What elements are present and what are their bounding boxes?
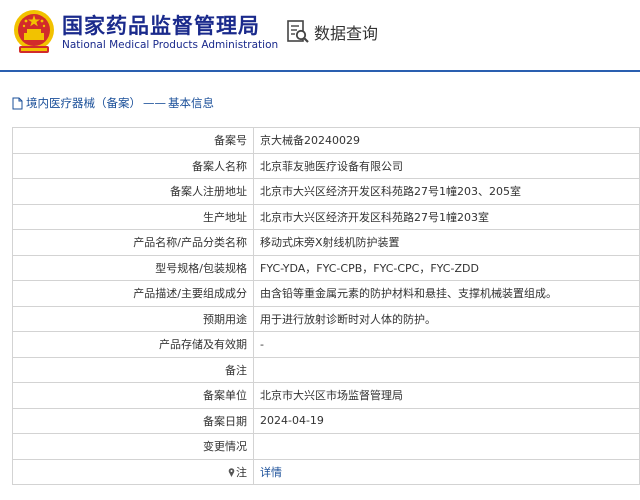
breadcrumb-separator: —— [143, 96, 166, 110]
national-emblem-icon [14, 10, 54, 53]
field-value [253, 356, 640, 383]
table-row: 备案号 京大械备20240029 [12, 127, 640, 154]
details-link[interactable]: 详情 [260, 466, 282, 479]
field-label: 预期用途 [12, 305, 254, 332]
breadcrumb-page: 基本信息 [168, 96, 214, 110]
table-row: 产品存储及有效期 - [12, 331, 640, 358]
org-name-en[interactable]: National Medical Products Administration [62, 39, 278, 51]
field-label: 备注 [12, 356, 254, 383]
record-detail-table: 备案号 京大械备20240029 备案人名称 北京菲友驰医疗设备有限公司 备案人注册地址… [12, 127, 640, 485]
table-row-note: 注 详情 [12, 458, 640, 485]
table-row: 生产地址 北京市大兴区经济开发区科苑路27号1幢203室 [12, 203, 640, 230]
field-value: 北京市大兴区市场监督管理局 [253, 382, 640, 409]
table-row: 备案人注册地址 北京市大兴区经济开发区科苑路27号1幢203、205室 [12, 178, 640, 205]
field-label: 产品名称/产品分类名称 [12, 229, 254, 256]
table-row: 备案单位 北京市大兴区市场监督管理局 [12, 382, 640, 409]
site-header: 国家药品监督管理局 National Medical Products Admi… [0, 0, 640, 68]
org-name-cn[interactable]: 国家药品监督管理局 [62, 10, 260, 40]
field-label: 型号规格/包装规格 [12, 254, 254, 281]
note-label-cell: 注 [12, 458, 254, 485]
field-value: 2024-04-19 [253, 407, 640, 434]
field-value [253, 433, 640, 460]
table-row: 产品描述/主要组成成分 由含铅等重金属元素的防护材料和悬挂、支撑机械装置组成。 [12, 280, 640, 307]
document-search-icon [287, 20, 309, 43]
field-value: 京大械备20240029 [253, 127, 640, 154]
document-icon [12, 97, 23, 109]
pin-icon [228, 467, 235, 477]
field-label: 备案单位 [12, 382, 254, 409]
field-value: 北京市大兴区经济开发区科苑路27号1幢203、205室 [253, 178, 640, 205]
field-value: FYC-YDA，FYC-CPB，FYC-CPC，FYC-ZDD [253, 254, 640, 281]
field-label: 备案日期 [12, 407, 254, 434]
field-value: 用于进行放射诊断时对人体的防护。 [253, 305, 640, 332]
field-label: 备案人注册地址 [12, 178, 254, 205]
table-row: 产品名称/产品分类名称 移动式床旁X射线机防护装置 [12, 229, 640, 256]
table-row: 变更情况 [12, 433, 640, 460]
table-row: 备案日期 2024-04-19 [12, 407, 640, 434]
field-label: 产品存储及有效期 [12, 331, 254, 358]
field-value: 由含铅等重金属元素的防护材料和悬挂、支撑机械装置组成。 [253, 280, 640, 307]
table-row: 预期用途 用于进行放射诊断时对人体的防护。 [12, 305, 640, 332]
header-divider [0, 70, 640, 72]
field-value: 移动式床旁X射线机防护装置 [253, 229, 640, 256]
field-label: 产品描述/主要组成成分 [12, 280, 254, 307]
table-row: 型号规格/包装规格 FYC-YDA，FYC-CPB，FYC-CPC，FYC-ZDD [12, 254, 640, 281]
field-label: 生产地址 [12, 203, 254, 230]
table-row: 备案人名称 北京菲友驰医疗设备有限公司 [12, 152, 640, 179]
field-value: 北京市大兴区经济开发区科苑路27号1幢203室 [253, 203, 640, 230]
field-label: 变更情况 [12, 433, 254, 460]
field-value: - [253, 331, 640, 358]
data-query-link[interactable]: 数据查询 [286, 18, 378, 46]
field-label: 备案号 [12, 127, 254, 154]
breadcrumb: 境内医疗器械（备案） —— 基本信息 [12, 95, 214, 111]
field-label: 备案人名称 [12, 152, 254, 179]
note-label: 注 [236, 465, 247, 479]
field-value: 北京菲友驰医疗设备有限公司 [253, 152, 640, 179]
breadcrumb-section[interactable]: 境内医疗器械（备案） [26, 95, 141, 111]
note-value-cell: 详情 [253, 458, 640, 485]
data-query-label: 数据查询 [314, 24, 379, 43]
table-row: 备注 [12, 356, 640, 383]
